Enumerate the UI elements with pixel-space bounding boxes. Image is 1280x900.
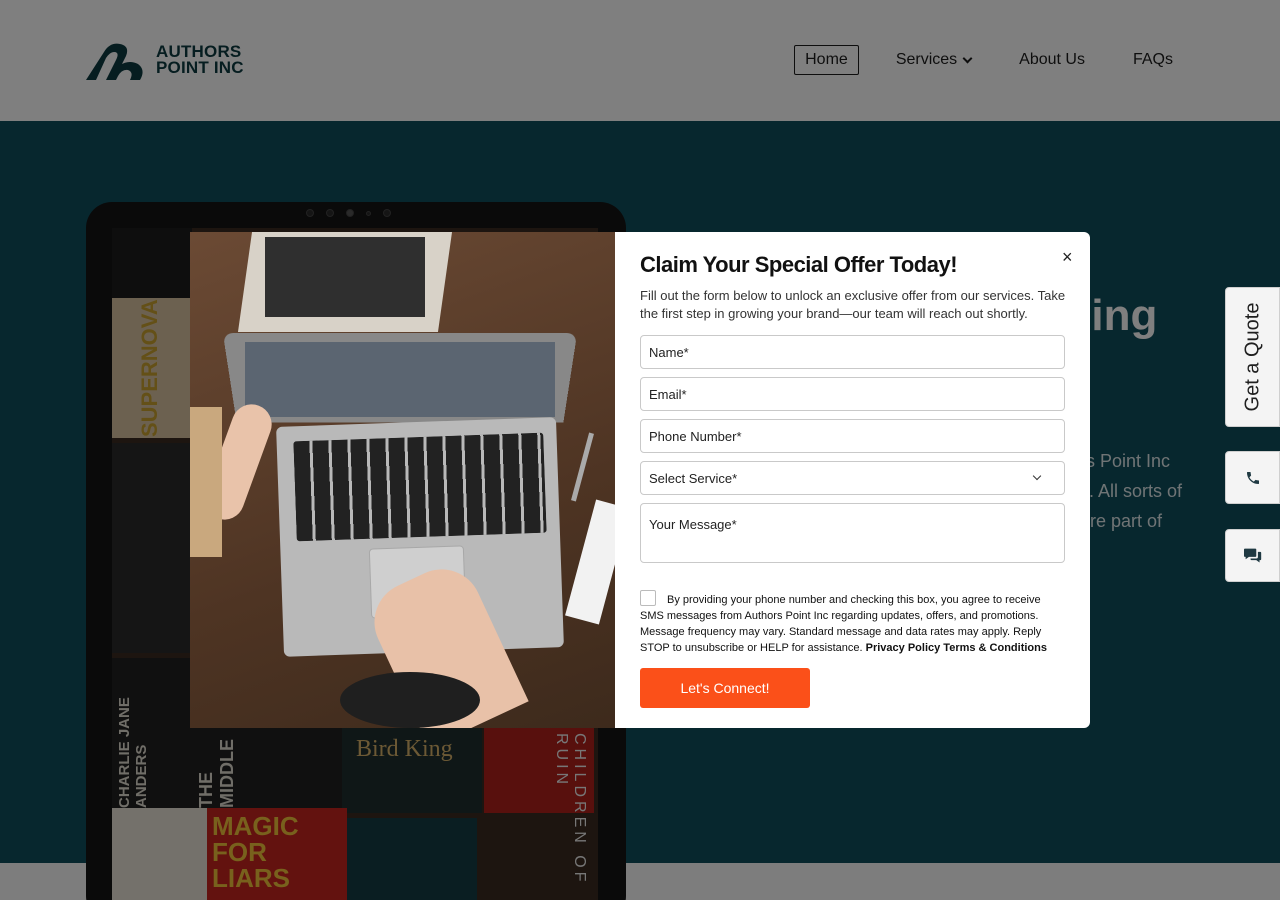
close-button[interactable]: × xyxy=(1062,247,1073,268)
message-field[interactable] xyxy=(640,503,1065,563)
chat-icon xyxy=(1243,548,1261,563)
sms-consent: By providing your phone number and check… xyxy=(640,590,1060,656)
get-a-quote-label: Get a Quote xyxy=(1241,302,1263,412)
privacy-policy-link[interactable]: Privacy Policy xyxy=(866,642,941,654)
modal-subtitle: Fill out the form below to unlock an exc… xyxy=(640,288,1066,321)
service-select[interactable]: Select Service* xyxy=(640,461,1065,495)
sms-consent-checkbox[interactable] xyxy=(640,590,656,606)
phone-field[interactable] xyxy=(640,419,1065,453)
phone-button[interactable] xyxy=(1225,451,1280,504)
name-field[interactable] xyxy=(640,335,1065,369)
terms-link[interactable]: Terms & Conditions xyxy=(943,642,1047,654)
service-select-value: Select Service* xyxy=(649,470,738,486)
get-a-quote-tab[interactable]: Get a Quote xyxy=(1225,287,1280,427)
chevron-down-icon xyxy=(1032,471,1042,481)
phone-icon xyxy=(1246,471,1259,484)
modal-title: Claim Your Special Offer Today! xyxy=(640,252,958,277)
submit-button[interactable]: Let's Connect! xyxy=(640,668,810,708)
email-field[interactable] xyxy=(640,377,1065,411)
special-offer-modal: × Claim Your Special Offer Today! Fill o… xyxy=(190,232,1090,728)
modal-image-laptop xyxy=(190,232,615,728)
chat-button[interactable] xyxy=(1225,529,1280,582)
